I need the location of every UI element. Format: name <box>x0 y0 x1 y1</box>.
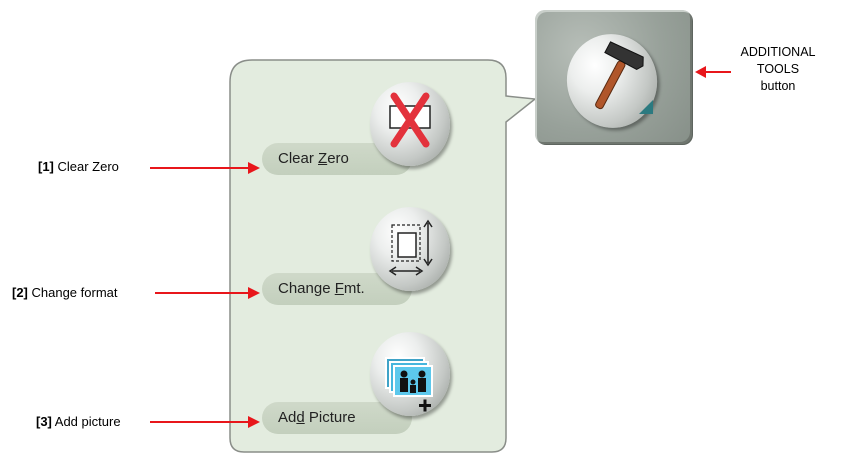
clear-zero-icon <box>389 92 431 148</box>
change-format-label: Change Fmt. <box>278 280 365 297</box>
hammer-icon <box>595 41 653 114</box>
arrow-to-add-picture <box>150 416 260 428</box>
clear-zero-label: Clear Zero <box>278 150 349 167</box>
arrow-to-clear-zero <box>150 162 260 174</box>
additional-tools-annotation: ADDITIONAL TOOLS button <box>730 44 826 95</box>
arrow-to-tools-button <box>695 66 731 78</box>
change-format-icon <box>388 219 433 276</box>
annotation-clear-zero: [1] Clear Zero <box>38 159 119 174</box>
change-format-button[interactable]: Change Fmt. <box>262 203 462 313</box>
add-picture-label: Add Picture <box>278 409 356 426</box>
annotation-add-picture: [3] Add picture <box>36 414 121 429</box>
annotation-line-3: button <box>760 79 796 93</box>
add-picture-button[interactable]: Add Picture <box>262 330 462 440</box>
arrow-to-change-format <box>155 287 260 299</box>
clear-zero-button[interactable]: Clear Zero <box>262 82 462 192</box>
annotation-change-format: [2] Change format <box>12 285 118 300</box>
annotation-line-1: ADDITIONAL <box>740 45 816 59</box>
add-picture-icon <box>385 357 433 412</box>
annotation-line-2: TOOLS <box>756 62 800 76</box>
additional-tools-button[interactable] <box>535 10 692 144</box>
